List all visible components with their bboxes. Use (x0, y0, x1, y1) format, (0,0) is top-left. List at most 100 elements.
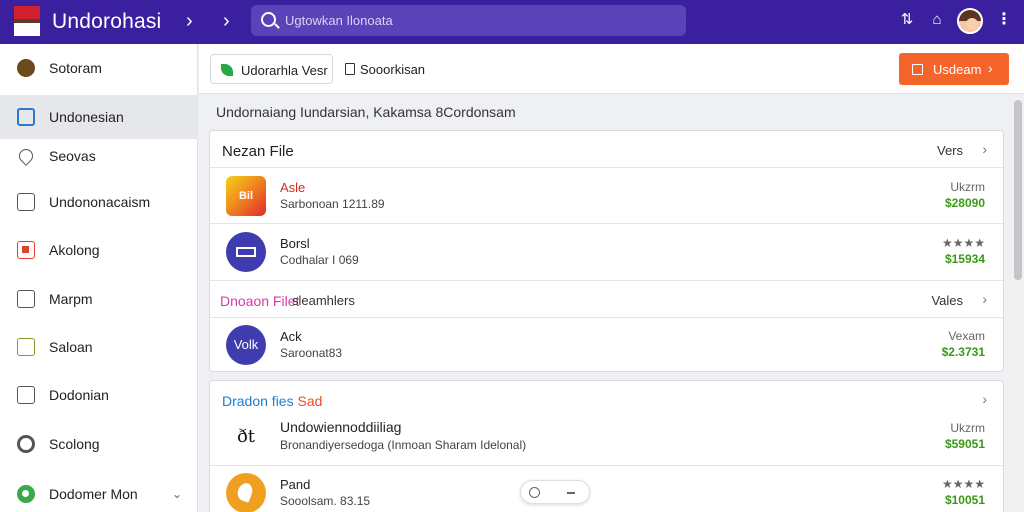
scrollbar[interactable] (1012, 96, 1024, 512)
sidebar-item-label: Dodonian (49, 387, 109, 403)
sidebar-item-saloan[interactable]: Saloan (0, 325, 198, 369)
sidebar-item-label: Undononacaism (49, 194, 151, 210)
item-price: $2.3731 (941, 345, 985, 359)
floating-controls[interactable] (520, 480, 590, 504)
chevron-right-icon[interactable]: › (982, 391, 987, 407)
chevron-right-icon: › (988, 60, 993, 76)
item-name: Ack (280, 329, 302, 344)
list-item[interactable]: Volk Ack Saroonat83 Vexam $2.3731 (210, 317, 1003, 373)
list-item[interactable]: Pand Sooolsam. 83.15 ★★★★ $10051 (210, 465, 1003, 512)
sidebar-item-sotoram[interactable]: Sotoram (0, 46, 198, 90)
section-header[interactable]: Dnoaon Filet sleamhlers Vales › (210, 281, 1003, 321)
app-logo-icon (226, 232, 266, 272)
box-icon (17, 386, 35, 404)
sidebar-item-label: Marpm (49, 291, 93, 307)
item-name: Pand (280, 477, 311, 492)
item-subtitle: Sarbonoan 1211.89 (280, 197, 385, 211)
app-title: Undorohasi (52, 10, 162, 33)
item-meta: ★★★★ (941, 477, 985, 491)
section-header[interactable]: Nezan File Vers › (210, 131, 1003, 171)
square-icon (912, 64, 923, 75)
list-item[interactable]: Bil Asle Sarbonoan 1211.89 Ukzrm $28090 (210, 168, 1003, 224)
sidebar-item-marpm[interactable]: Marpm (0, 277, 198, 321)
item-subtitle: Saroonat83 (280, 346, 343, 360)
list-item[interactable]: ðt Undowiennoddiiliag Bronandiyersedoga … (210, 409, 1003, 465)
app-logo-icon: Volk (226, 325, 266, 365)
sidebar-item-scolong[interactable]: Scolong (0, 422, 198, 466)
app-logo-icon: ðt (236, 426, 256, 447)
chevron-right-icon[interactable]: › (223, 11, 230, 31)
section-subtitle: sleamhlers (292, 293, 355, 308)
sidebar-item-dodomer-mon[interactable]: Dodomer Mon ⌄ (0, 472, 198, 512)
clock-icon[interactable] (529, 487, 540, 498)
red-square-icon (17, 241, 35, 259)
chevron-right-icon[interactable]: › (982, 291, 987, 307)
coin-icon (17, 59, 35, 77)
section-title: Dnoaon Filet (220, 293, 300, 309)
section-title: Nezan File (222, 143, 294, 160)
section-action[interactable]: Vales (931, 293, 963, 308)
chevron-right-icon[interactable]: › (186, 11, 193, 31)
file-card: Dradon fies Sad › ðt Undowiennoddiiliag … (209, 380, 1004, 512)
ring-icon (17, 435, 35, 453)
item-price: $10051 (944, 493, 985, 507)
item-name: Asle (280, 180, 306, 195)
document-icon (17, 193, 35, 211)
item-subtitle: Codhalar I 069 (280, 253, 359, 267)
item-meta: Ukzrm (950, 180, 985, 194)
version-button[interactable]: Udorarhla Vesr (210, 54, 333, 84)
sidebar-item-akolong[interactable]: Akolong (0, 228, 198, 272)
top-app-bar: Undorohasi › › ⇅ ⌂ ⋮ (0, 0, 1024, 44)
item-meta: Vexam (948, 329, 985, 343)
item-price: $28090 (944, 196, 985, 210)
leaf-icon (221, 64, 233, 76)
primary-action-label: Usdeam (933, 62, 982, 77)
flag-icon (14, 6, 40, 36)
list-item[interactable]: Borsl Codhalar I 069 ★★★★ $15934 (210, 224, 1003, 280)
file-card: Nezan File Vers › Bil Asle Sarbonoan 121… (209, 130, 1004, 372)
scrollbar-thumb[interactable] (1014, 100, 1022, 280)
sidebar: Sotoram Undonesian Seovas Undononacaism … (0, 44, 198, 512)
item-name: Undowiennoddiiliag (280, 419, 402, 435)
item-meta: Ukzrm (950, 421, 985, 435)
item-meta: ★★★★ (941, 236, 985, 250)
page-subtitle: Undornaiang Iundarsian, Kakamsa 8Cordons… (216, 104, 516, 120)
monitor-icon (17, 290, 35, 308)
sidebar-item-label: Dodomer Mon (49, 486, 138, 502)
chevron-down-icon[interactable]: ⌄ (172, 487, 182, 501)
item-price: $59051 (944, 437, 985, 451)
sidebar-item-label: Akolong (49, 242, 100, 258)
sidebar-item-label: Saloan (49, 339, 93, 355)
pin-icon (16, 146, 36, 166)
app-logo-icon (226, 473, 266, 512)
search-icon (261, 12, 276, 27)
sidebar-item-label: Undonesian (49, 109, 124, 125)
home-icon[interactable]: ⌂ (928, 11, 946, 29)
sidebar-item-label: Seovas (49, 148, 96, 164)
search-bar[interactable] (251, 5, 686, 36)
green-circle-icon (17, 485, 35, 503)
version-button-label: Udorarhla Vesr (241, 63, 328, 78)
primary-action-button[interactable]: Usdeam › (899, 53, 1009, 85)
sidebar-item-undononacaism[interactable]: Undononacaism (0, 180, 198, 224)
search-input[interactable] (285, 10, 665, 31)
avatar[interactable] (957, 8, 983, 34)
green-grid-icon (17, 338, 35, 356)
sidebar-item-label: Sotoram (49, 60, 102, 76)
folder-icon (17, 108, 35, 126)
item-subtitle: Sooolsam. 83.15 (280, 494, 371, 508)
document-icon (345, 63, 355, 75)
section-action[interactable]: Vers (937, 143, 963, 158)
section-title: Dradon fies Sad (222, 393, 323, 409)
sidebar-item-dodonian[interactable]: Dodonian (0, 373, 198, 417)
share-icon[interactable]: ⇅ (898, 11, 916, 29)
sidebar-item-undonesian[interactable]: Undonesian (0, 95, 198, 139)
minus-icon[interactable] (567, 492, 575, 494)
main-toolbar: Udorarhla Vesr Sooorkisan Usdeam › (199, 44, 1024, 94)
chevron-right-icon[interactable]: › (982, 141, 987, 157)
item-name: Borsl (280, 236, 310, 251)
sidebar-item-seovas[interactable]: Seovas (0, 134, 198, 178)
document-button-label: Sooorkisan (360, 62, 426, 77)
app-logo-icon: Bil (226, 176, 266, 216)
more-vertical-icon[interactable]: ⋮ (995, 11, 1013, 29)
